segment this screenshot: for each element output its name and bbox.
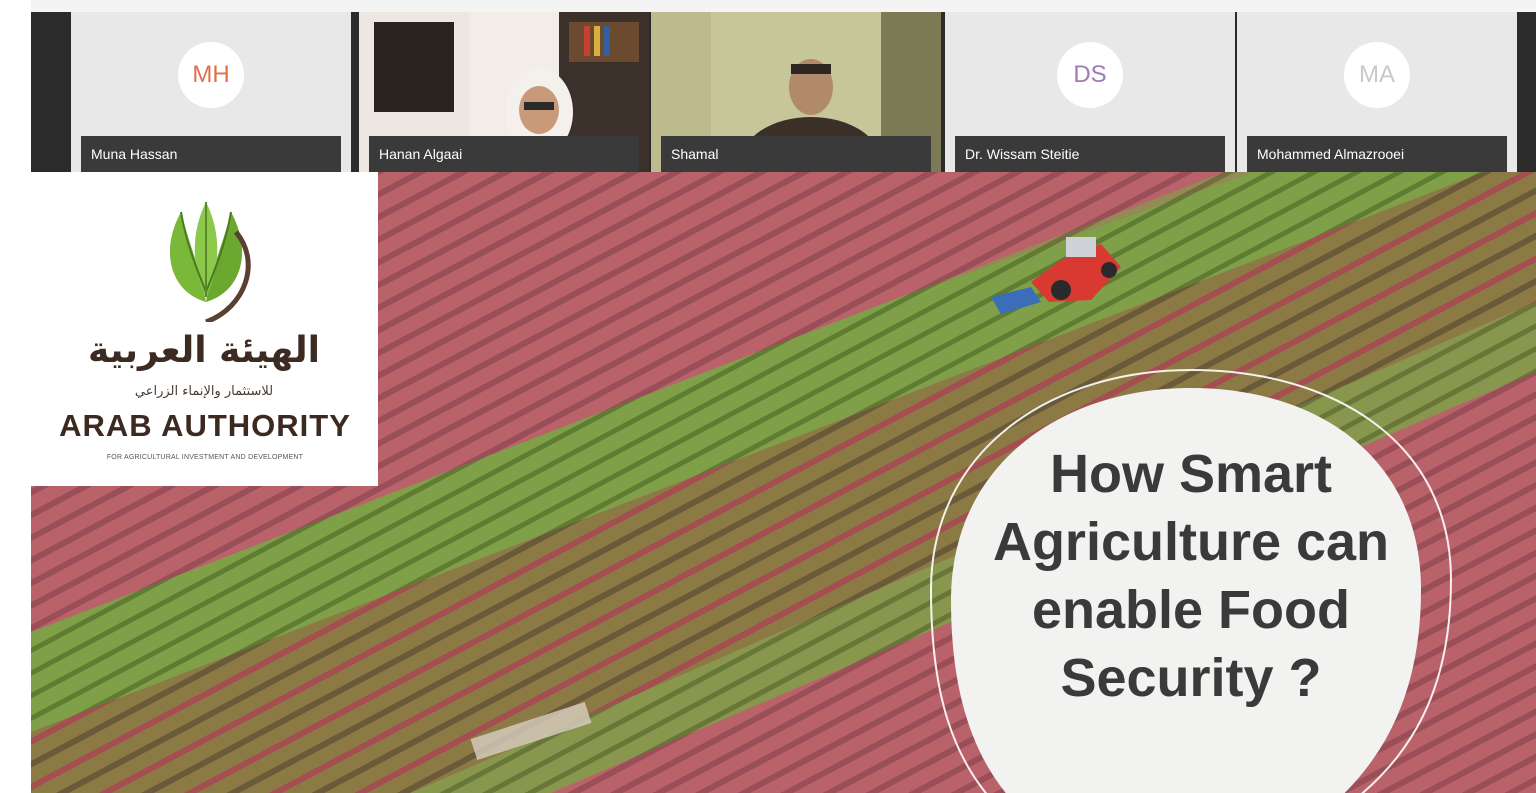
headline-line: How Smart [1049, 444, 1333, 504]
meeting-window: MH Muna Hassan Hanan Algaai Shamal DS Dr… [0, 0, 1536, 793]
wheat-leaf-logo-icon [169, 202, 251, 322]
logo-name: ARAB AUTHORITY [59, 408, 351, 443]
participant-tile-wissam-steitie[interactable]: DS Dr. Wissam Steitie [945, 12, 1235, 172]
participant-tile-shamal[interactable]: Shamal [651, 12, 941, 172]
slide-headline: How Smart Agriculture can enable Food Se… [951, 440, 1431, 712]
logo-card: الهيئة العربية للاستثمار والإنماء الزراع… [31, 172, 378, 486]
participant-name: Shamal [661, 136, 931, 172]
headline-line: Security ? [1060, 648, 1322, 708]
logo-subtitle: FOR AGRICULTURAL INVESTMENT AND DEVELOPM… [106, 454, 304, 461]
shared-slide: الهيئة العربية للاستثمار والإنماء الزراع… [31, 172, 1536, 793]
logo-arabic-subtitle: للاستثمار والإنماء الزراعي [134, 384, 274, 399]
headline-line: enable Food [1031, 580, 1350, 640]
participant-avatar: DS [1057, 42, 1123, 108]
window-edge [0, 0, 31, 793]
participant-name: Muna Hassan [81, 136, 341, 172]
participant-tile-muna-hassan[interactable]: MH Muna Hassan [71, 12, 351, 172]
headline-line: Agriculture can [992, 512, 1390, 572]
participant-avatar: MH [178, 42, 244, 108]
participant-name: Dr. Wissam Steitie [955, 136, 1225, 172]
participant-name: Mohammed Almazrooei [1247, 136, 1507, 172]
participant-tile-mohammed-almazrooei[interactable]: MA Mohammed Almazrooei [1237, 12, 1517, 172]
participant-avatar: MA [1344, 42, 1410, 108]
logo-arabic-title: الهيئة العربية [88, 330, 320, 371]
participant-tile-hanan-algaai[interactable]: Hanan Algaai [359, 12, 649, 172]
participant-name: Hanan Algaai [369, 136, 639, 172]
participant-strip: MH Muna Hassan Hanan Algaai Shamal DS Dr… [31, 12, 1536, 172]
